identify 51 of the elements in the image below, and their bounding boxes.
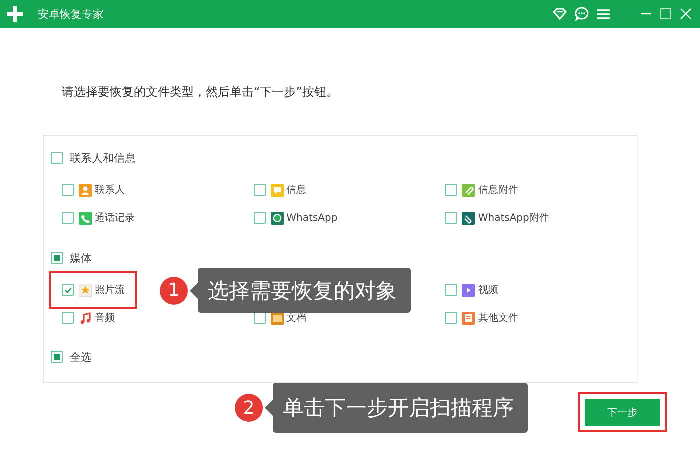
play-icon — [462, 284, 476, 296]
menu-icon[interactable] — [597, 8, 610, 20]
checkbox[interactable] — [445, 184, 458, 196]
checkbox[interactable] — [445, 212, 458, 224]
file-type-label: 联系人 — [95, 184, 125, 197]
person-icon — [79, 184, 92, 196]
file-type-label: 其他文件 — [478, 312, 518, 325]
checkbox[interactable] — [51, 252, 63, 264]
file-type-label: 信息附件 — [478, 184, 518, 197]
window-title: 安卓恢复专家 — [38, 6, 105, 22]
callout-tooltip: 选择需要恢复的对象 — [198, 268, 411, 313]
group-label: 媒体 — [70, 250, 92, 266]
phone-icon — [79, 212, 92, 224]
cross-logo-icon — [6, 5, 24, 23]
paperclip-icon — [462, 212, 476, 224]
checkbox[interactable] — [254, 212, 266, 224]
file-type-label: 视频 — [478, 284, 498, 297]
group-label: 联系人和信息 — [70, 150, 136, 166]
checkbox[interactable] — [445, 284, 458, 296]
star-icon — [79, 284, 92, 296]
checkbox[interactable] — [51, 351, 63, 363]
message-icon — [270, 184, 284, 196]
checkbox[interactable] — [254, 312, 266, 324]
next-button[interactable]: 下一步 — [585, 399, 660, 426]
checkmark-icon — [64, 286, 72, 294]
file-type-label: WhatsApp — [286, 212, 338, 224]
diamond-icon[interactable] — [553, 8, 567, 20]
instruction-text: 请选择要恢复的文件类型，然后单击“下一步”按钮。 — [62, 85, 338, 99]
checkbox[interactable] — [445, 312, 458, 324]
file-type-label: 通话记录 — [95, 212, 135, 225]
file-type-label: 信息 — [286, 184, 307, 197]
checkbox[interactable] — [254, 184, 266, 196]
maximize-icon[interactable] — [660, 8, 672, 20]
checkbox[interactable] — [62, 312, 74, 324]
checkbox[interactable] — [62, 284, 74, 296]
file-type-label: 音频 — [95, 312, 115, 325]
file-type-label: WhatsApp附件 — [478, 212, 550, 225]
close-icon[interactable] — [680, 8, 692, 20]
paperclip-icon — [462, 184, 476, 196]
file-type-label: 照片流 — [95, 284, 125, 297]
checkbox[interactable] — [51, 152, 63, 164]
checkbox[interactable] — [62, 184, 74, 196]
file-icon — [462, 312, 476, 324]
step-number-badge: 2 — [235, 394, 263, 422]
callout-tooltip: 单击下一步开启扫描程序 — [273, 383, 528, 433]
chat-icon[interactable] — [575, 7, 589, 21]
group-label: 全选 — [70, 350, 92, 364]
music-note-icon — [79, 312, 92, 324]
file-type-label: 文档 — [286, 312, 307, 325]
step-number-badge: 1 — [160, 276, 188, 304]
checkbox[interactable] — [62, 212, 74, 224]
